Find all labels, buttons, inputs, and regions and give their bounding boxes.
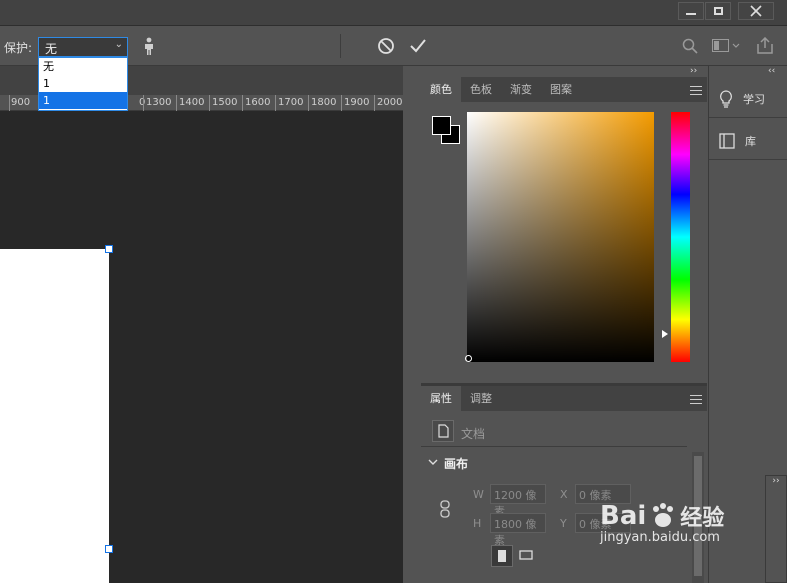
y-label: Y <box>560 517 567 530</box>
lightbulb-icon <box>720 89 732 108</box>
commit-transform-button[interactable] <box>409 37 427 58</box>
chain-link-icon <box>440 500 450 518</box>
side-item-libraries[interactable]: 库 <box>709 122 787 160</box>
x-label: X <box>560 488 568 501</box>
document-label: 文档 <box>461 427 486 441</box>
options-separator <box>340 34 341 58</box>
tab-gradients[interactable]: 渐变 <box>501 77 541 102</box>
landscape-icon <box>519 550 533 560</box>
properties-panel-tabs: 属性 调整 <box>421 386 707 411</box>
dropdown-option[interactable]: 1 <box>39 75 127 92</box>
cancel-icon <box>378 38 394 54</box>
share-icon <box>757 36 773 54</box>
ruler-tick-label: 1600 <box>245 97 271 108</box>
maximize-icon <box>713 7 723 15</box>
ruler-tick-mark <box>242 95 243 111</box>
puppet-person-icon[interactable] <box>142 37 156 58</box>
dropdown-option-selected[interactable]: 1 <box>39 92 127 109</box>
side-item-learn[interactable]: 学习 <box>709 80 787 118</box>
ruler-tick-label: 1900 <box>344 97 370 108</box>
watermark-url: jingyan.baidu.com <box>600 530 720 545</box>
tab-patterns[interactable]: 图案 <box>541 77 581 102</box>
foreground-color-swatch[interactable] <box>432 116 451 135</box>
minimize-icon <box>686 13 696 15</box>
protect-dropdown-list[interactable]: 无 1 1 <box>38 57 128 111</box>
ruler-tick-mark <box>209 95 210 111</box>
color-panel-menu-icon[interactable] <box>690 86 702 95</box>
workspace-icon <box>712 39 740 52</box>
section-divider <box>421 446 687 447</box>
close-button[interactable] <box>738 2 774 20</box>
side-item-label: 库 <box>745 134 756 148</box>
workspace-button[interactable] <box>712 39 740 56</box>
cancel-transform-button[interactable] <box>377 37 395 58</box>
maximize-button[interactable] <box>705 2 731 20</box>
collapse-icon[interactable]: ›› <box>766 476 786 486</box>
chevron-down-icon: ⌄ <box>114 39 123 50</box>
section-title: 画布 <box>444 457 469 471</box>
hue-slider-handle[interactable] <box>662 330 668 338</box>
paw-logo-icon <box>653 503 674 527</box>
canvas-scroll-edge <box>403 66 421 583</box>
ruler-tick-label: 1500 <box>212 97 238 108</box>
color-picker-field[interactable] <box>467 112 654 362</box>
width-input[interactable]: 1200 像素 <box>490 484 546 518</box>
tab-swatches[interactable]: 色板 <box>461 77 501 102</box>
portrait-icon <box>498 550 506 562</box>
document-artboard[interactable] <box>0 249 109 583</box>
dropdown-option[interactable]: 无 <box>39 58 127 75</box>
side-item-label: 学习 <box>743 92 765 106</box>
watermark-suffix: 经验 <box>680 506 725 531</box>
ruler-tick-mark <box>308 95 309 111</box>
checkmark-icon <box>410 39 426 53</box>
link-dimensions-button[interactable] <box>439 500 451 521</box>
share-button[interactable] <box>756 36 774 57</box>
search-button[interactable] <box>682 38 698 57</box>
color-field-cursor[interactable] <box>465 355 472 362</box>
ruler-tick-mark <box>275 95 276 111</box>
transform-handle-top-right[interactable] <box>105 245 113 253</box>
transform-handle-bottom-right[interactable] <box>105 545 113 553</box>
tab-color[interactable]: 颜色 <box>421 77 461 102</box>
document-icon <box>432 420 454 445</box>
section-toggle-button[interactable] <box>428 456 438 470</box>
hue-slider[interactable] <box>671 112 690 362</box>
ruler-tick-mark <box>9 95 10 111</box>
ruler-tick-label: 1700 <box>278 97 304 108</box>
ruler-tick-label: 1800 <box>311 97 337 108</box>
chevron-down-icon <box>428 459 438 465</box>
watermark-brand: Bai <box>600 501 647 531</box>
library-icon <box>719 132 735 149</box>
search-icon <box>682 38 698 54</box>
ruler-tick-label: 1300 <box>146 97 172 108</box>
ruler-tick-label: 900 <box>11 97 31 108</box>
title-bar <box>0 0 787 26</box>
tab-adjustments[interactable]: 调整 <box>461 386 501 411</box>
ruler-tick-mark <box>176 95 177 111</box>
floating-character-panel[interactable]: ›› <box>765 475 787 583</box>
landscape-orientation-button[interactable] <box>516 545 538 567</box>
portrait-orientation-button[interactable] <box>491 545 513 567</box>
tab-properties[interactable]: 属性 <box>421 386 461 411</box>
ruler-tick-mark <box>374 95 375 111</box>
color-panel-tabs: 颜色 色板 渐变 图案 <box>421 77 707 102</box>
baidu-watermark: Bai 经验 jingyan.baidu.com <box>600 500 724 545</box>
protect-select[interactable]: 无 ⌄ <box>38 37 128 57</box>
protect-select-value: 无 <box>45 42 58 56</box>
ruler-tick-label: 2000 <box>377 97 403 108</box>
close-icon <box>750 5 762 17</box>
ruler-tick-mark <box>143 95 144 111</box>
expand-panels-icon[interactable]: ‹‹ <box>768 66 775 76</box>
height-input[interactable]: 1800 像素 <box>490 513 546 547</box>
minimize-button[interactable] <box>678 2 704 20</box>
collapse-panels-icon[interactable]: ›› <box>690 66 697 76</box>
ruler-tick-mark <box>341 95 342 111</box>
ruler-tick-label: 1400 <box>179 97 205 108</box>
height-label: H <box>473 517 482 530</box>
width-label: W <box>473 488 484 501</box>
properties-panel-menu-icon[interactable] <box>690 395 702 404</box>
protect-label: 保护: <box>4 41 33 55</box>
